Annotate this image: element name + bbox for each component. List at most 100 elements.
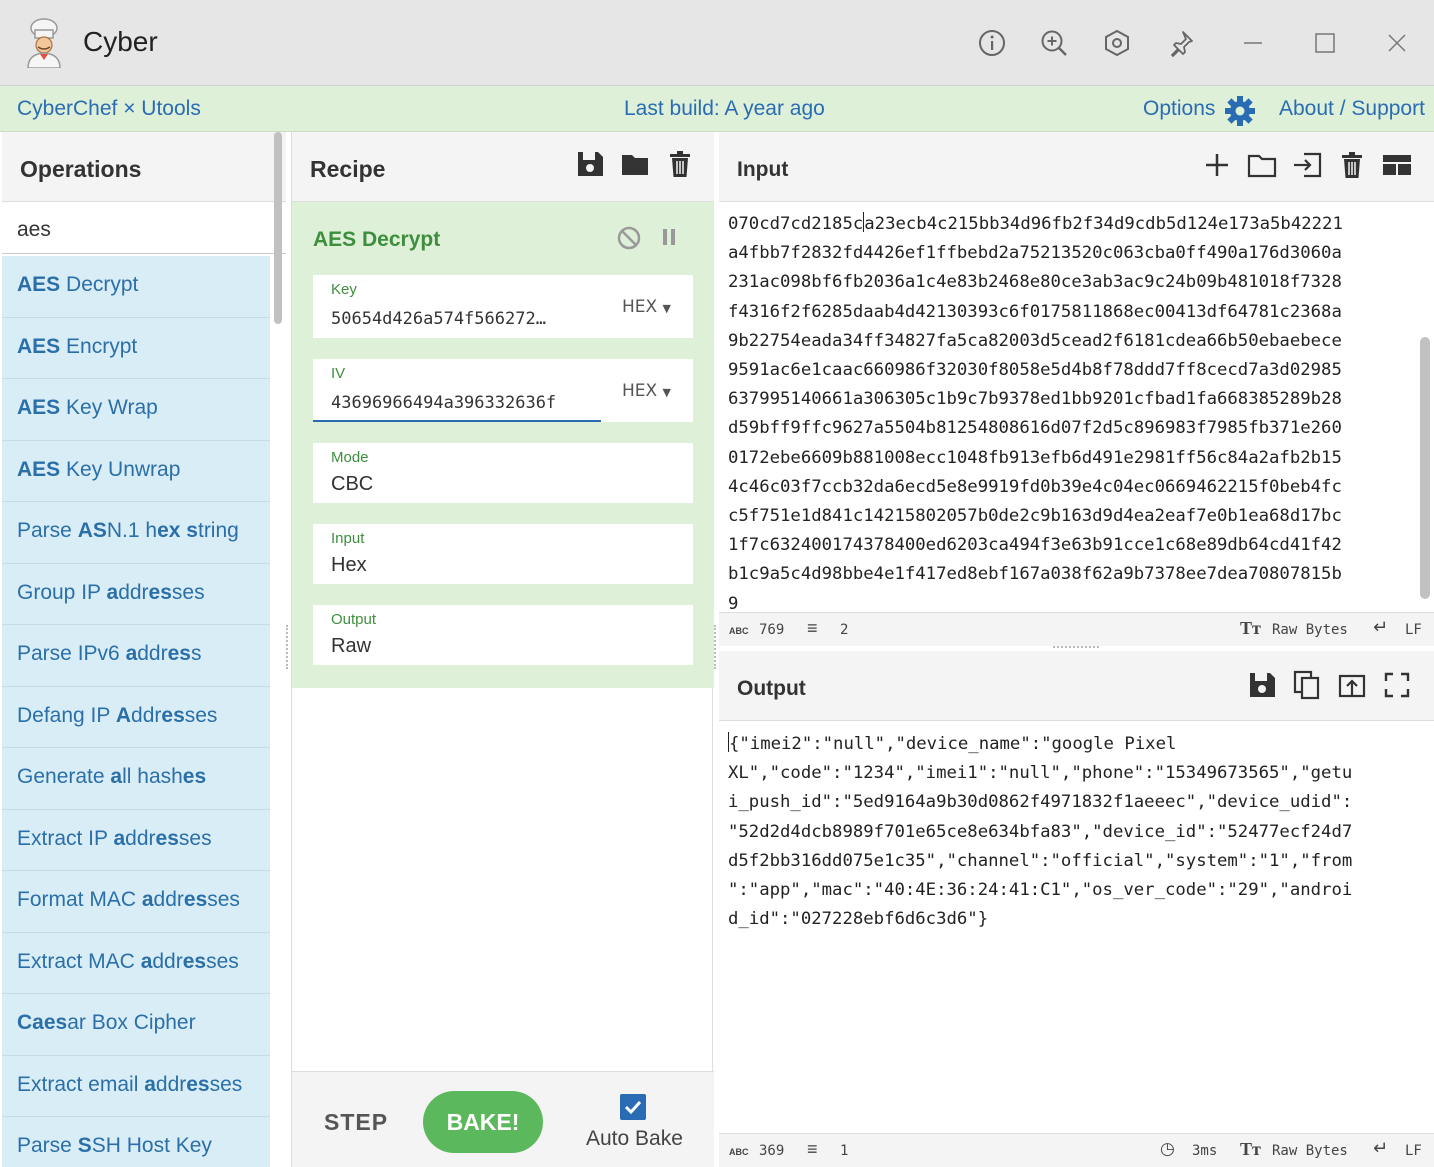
step-button[interactable]: STEP [324, 1109, 388, 1136]
output-format-field[interactable]: Output Raw [313, 605, 693, 665]
output-length: 369 [759, 1143, 785, 1159]
key-field[interactable]: Key 50654d426a574f566272… HEX ▼ [313, 275, 693, 338]
operation-label: ddress [137, 642, 202, 665]
build-info: Last build: A year ago [624, 97, 825, 120]
chef-logo-icon [27, 18, 61, 68]
operation-match-highlight: Ca [17, 1011, 44, 1034]
operation-item[interactable]: Parse SSH Host Key [2, 1117, 270, 1167]
operations-list: AES Decrypt AES Encrypt AES Key Wrap AES Ke… [2, 256, 270, 1167]
iv-format-dropdown[interactable]: HEX ▼ [622, 381, 671, 401]
copy-output-icon[interactable] [1292, 670, 1322, 700]
options-link[interactable]: Options [1143, 97, 1215, 121]
load-recipe-folder-icon[interactable] [620, 149, 650, 179]
save-output-icon[interactable] [1247, 670, 1277, 700]
operation-match-highlight: AES [17, 457, 61, 481]
operation-match-highlight: S [77, 1134, 92, 1157]
reset-layout-icon[interactable] [1382, 150, 1412, 180]
auto-bake-checkbox[interactable] [620, 1094, 646, 1120]
mode-field[interactable]: Mode CBC [313, 443, 693, 503]
key-format-dropdown[interactable]: HEX ▼ [622, 297, 671, 317]
input-eol[interactable]: LF [1405, 622, 1422, 638]
output-encoding[interactable]: Raw Bytes [1272, 1143, 1348, 1159]
title-bar: Cyber [0, 0, 1434, 86]
gear-icon[interactable] [1223, 94, 1257, 128]
info-icon[interactable] [975, 26, 1009, 60]
save-recipe-icon[interactable] [575, 149, 605, 179]
operation-item[interactable]: AES Key Unwrap [2, 440, 270, 502]
input-format-field[interactable]: Input Hex [313, 524, 693, 584]
operation-label: ddresses [155, 1072, 243, 1096]
clear-input-trash-icon[interactable] [1337, 150, 1367, 180]
operation-label: Extract IP [17, 826, 114, 850]
operations-search-input[interactable]: aes [2, 202, 286, 254]
operation-item[interactable]: Format MAC addresses [2, 871, 270, 933]
operation-match-highlight: a [110, 765, 123, 788]
operation-item[interactable]: Extract IP addresses [2, 809, 270, 871]
bake-button[interactable]: BAKE! [423, 1091, 543, 1153]
open-file-import-icon[interactable] [1292, 150, 1322, 180]
key-label: Key [331, 281, 357, 298]
operation-match-highlight: a [144, 1072, 156, 1096]
operations-panel: Operations aes AES Decrypt AES Encrypt AES… [2, 132, 286, 1167]
operation-match-highlight: a [106, 580, 119, 604]
operation-label: Extract MAC [17, 949, 141, 973]
output-status-bar: ABC 369 ≡ 1 ◷ 3ms Tт Raw Bytes ↵ LF [719, 1133, 1434, 1167]
maximise-output-icon[interactable] [1382, 670, 1412, 700]
operation-item[interactable]: Group IP addresses [2, 563, 270, 625]
operations-title: Operations [2, 132, 286, 202]
zoom-in-icon[interactable] [1037, 26, 1071, 60]
operation-item[interactable]: Extract MAC addresses [2, 932, 270, 994]
output-eol[interactable]: LF [1405, 1143, 1422, 1159]
input-output-splitter[interactable] [1053, 646, 1099, 649]
pin-icon[interactable] [1164, 26, 1198, 60]
text-encoding-icon[interactable]: Tт [1240, 1139, 1261, 1160]
input-encoding[interactable]: Raw Bytes [1272, 622, 1348, 638]
pause-breakpoint-icon[interactable] [658, 226, 682, 250]
input-title: Input [737, 158, 789, 181]
input-length: 769 [759, 622, 785, 638]
replace-input-with-output-icon[interactable] [1337, 670, 1367, 700]
iv-input[interactable]: 43696966494a396332636f [331, 393, 556, 413]
recipe-io-splitter[interactable] [714, 625, 717, 669]
output-format-select[interactable]: Raw [331, 635, 371, 658]
input-format-select[interactable]: Hex [331, 554, 367, 577]
operation-item[interactable]: AES Key Wrap [2, 379, 270, 441]
key-input[interactable]: 50654d426a574f566272… [331, 309, 546, 329]
operation-match-highlight: AES [17, 273, 61, 296]
close-icon[interactable] [1380, 26, 1414, 60]
abc-icon: ABC [729, 1147, 749, 1157]
operation-label: Decrypt [60, 273, 139, 296]
app-link[interactable]: CyberChef × Utools [17, 97, 201, 121]
operation-match-highlight: a [125, 642, 138, 665]
lines-icon: ≡ [807, 618, 818, 638]
open-folder-icon[interactable] [1247, 150, 1277, 180]
maximize-icon[interactable] [1308, 26, 1342, 60]
operations-scrollbar[interactable] [274, 132, 282, 324]
iv-field[interactable]: IV 43696966494a396332636f HEX ▼ [313, 359, 693, 422]
text-encoding-icon[interactable]: Tт [1240, 618, 1261, 639]
operation-item[interactable]: Generate all hashes [2, 748, 270, 810]
checkmark-icon [624, 1100, 642, 1115]
input-textarea[interactable]: 070cd7cd2185ca23ecb4c215bb34d96fb2f34d9c… [728, 210, 1418, 612]
operation-item[interactable]: Parse IPv6 address [2, 625, 270, 687]
operation-item[interactable]: Parse ASN.1 hex string [2, 502, 270, 564]
operation-item[interactable]: Extract email addresses [2, 1055, 270, 1117]
minimize-icon[interactable] [1236, 26, 1270, 60]
clear-recipe-trash-icon[interactable] [665, 149, 695, 179]
ops-recipe-splitter[interactable] [286, 625, 289, 669]
mode-select[interactable]: CBC [331, 473, 373, 496]
operation-item[interactable]: Defang IP Addresses [2, 686, 270, 748]
iv-focus-underline [313, 420, 601, 422]
disable-operation-icon[interactable] [615, 224, 643, 252]
operation-item[interactable]: AES Encrypt [2, 317, 270, 379]
about-support-link[interactable]: About / Support [1279, 97, 1425, 121]
operation-item[interactable]: AES Decrypt [2, 256, 270, 318]
add-tab-plus-icon[interactable] [1202, 150, 1232, 180]
settings-hex-icon[interactable] [1100, 26, 1134, 60]
operation-label: Encrypt [60, 334, 138, 358]
operation-label: ddresses [153, 888, 240, 911]
operation-item[interactable]: Caesar Box Cipher [2, 994, 270, 1056]
input-scrollbar[interactable] [1420, 337, 1430, 599]
output-header: Output [719, 651, 1434, 721]
output-text[interactable]: {"imei2":"null","device_name":"google Pi… [728, 730, 1418, 1130]
